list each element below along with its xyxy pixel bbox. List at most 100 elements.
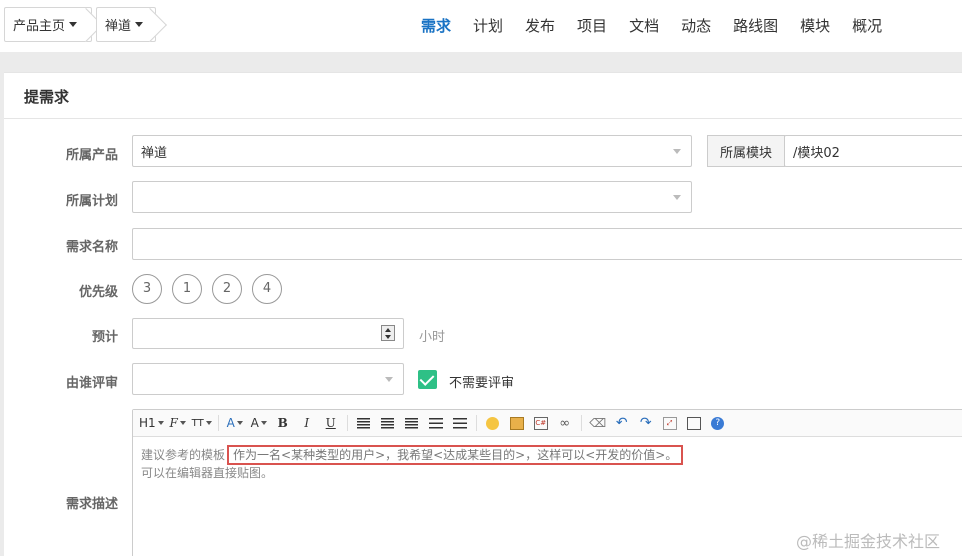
code-icon: C#: [533, 416, 548, 430]
spinner-up-icon[interactable]: [382, 326, 394, 333]
nav-project[interactable]: 项目: [566, 0, 618, 52]
module-select[interactable]: /模块02: [784, 135, 962, 167]
priority-option-4[interactable]: 4: [252, 274, 282, 304]
nav-plan[interactable]: 计划: [462, 0, 514, 52]
redo-icon: ↷: [639, 415, 652, 431]
align-left-button[interactable]: [354, 413, 374, 433]
editor-content[interactable]: 建议参考的模板 作为一名<某种类型的用户>，我希望<达成某些目的>，这样可以<开发…: [133, 437, 962, 489]
align-right-icon: [405, 417, 419, 429]
align-left-icon: [357, 417, 371, 429]
divider: [475, 415, 477, 431]
font-family-button[interactable]: F: [168, 413, 188, 433]
product-switch-dropdown[interactable]: 禅道: [96, 7, 156, 42]
chevron-down-icon: [205, 421, 212, 425]
undo-icon: ↶: [615, 415, 628, 431]
smiley-icon: [486, 416, 500, 430]
ordered-list-button[interactable]: [426, 413, 446, 433]
unordered-list-icon: [452, 417, 467, 429]
font-color-button[interactable]: A: [225, 413, 245, 433]
watermark: @稀土掘金技术社区: [796, 532, 941, 551]
font-color-label: A: [226, 416, 235, 430]
paste-hint: 可以在编辑器直接贴图。: [141, 466, 274, 480]
priority-option-3[interactable]: 3: [132, 274, 162, 304]
nav-module[interactable]: 模块: [789, 0, 841, 52]
reviewer-select[interactable]: [132, 363, 404, 395]
plan-select[interactable]: [132, 181, 692, 213]
heading-button-label: H1: [139, 416, 156, 430]
template-highlight: 作为一名<某种类型的用户>，我希望<达成某些目的>，这样可以<开发的价值>。: [227, 445, 684, 465]
product-select-value: 禅道: [141, 145, 168, 161]
font-size-label: TT: [191, 417, 204, 429]
priority-option-1[interactable]: 1: [172, 274, 202, 304]
chevron-down-icon: [135, 22, 144, 27]
estimate-label: 预计: [91, 330, 118, 345]
help-icon: ?: [711, 416, 725, 430]
product-select[interactable]: 禅道: [132, 135, 692, 167]
chevron-down-icon: [157, 421, 164, 425]
spinner-down-icon[interactable]: [382, 333, 394, 340]
chevron-down-icon: [179, 421, 186, 425]
align-center-icon: [381, 417, 395, 429]
estimate-unit: 小时: [419, 330, 446, 345]
underline-button[interactable]: U: [321, 413, 341, 433]
nav-release[interactable]: 发布: [514, 0, 566, 52]
nav-dynamic[interactable]: 动态: [670, 0, 722, 52]
number-spinner[interactable]: [381, 325, 395, 341]
image-icon: [509, 416, 524, 430]
divider: [4, 118, 962, 119]
product-home-label: 产品主页: [13, 19, 66, 34]
link-button[interactable]: ∞: [555, 413, 575, 433]
font-family-label: F: [169, 416, 178, 430]
nav-overview[interactable]: 概况: [841, 0, 893, 52]
reviewer-label: 由谁评审: [65, 376, 118, 391]
image-button[interactable]: [507, 413, 527, 433]
story-name-input[interactable]: [132, 228, 962, 260]
module-select-value: /模块02: [793, 145, 840, 161]
link-icon: ∞: [559, 415, 571, 431]
module-label: 所属模块: [707, 135, 785, 167]
italic-button[interactable]: I: [297, 413, 317, 433]
template-line: 建议参考的模板 作为一名<某种类型的用户>，我希望<达成某些目的>，这样可以<开发…: [141, 445, 962, 465]
align-center-button[interactable]: [378, 413, 398, 433]
estimate-input[interactable]: [132, 318, 404, 349]
ordered-list-icon: [428, 417, 443, 429]
chevron-down-icon: [260, 421, 267, 425]
clear-format-button[interactable]: ⌫: [588, 413, 608, 433]
background-color-button[interactable]: A: [249, 413, 269, 433]
no-review-checkbox[interactable]: [418, 370, 437, 389]
nav-doc[interactable]: 文档: [618, 0, 670, 52]
editor-toolbar: H1 F TT A A B I U C# ∞ ⌫ ↶ ↷ ⤢ ?: [133, 410, 962, 437]
template-button[interactable]: [684, 413, 704, 433]
help-button[interactable]: ?: [708, 413, 728, 433]
product-home-dropdown[interactable]: 产品主页: [4, 7, 92, 42]
fullscreen-icon: ⤢: [662, 416, 677, 430]
background-color-label: A: [250, 416, 259, 430]
font-size-button[interactable]: TT: [192, 413, 212, 433]
description-label: 需求描述: [65, 497, 118, 512]
template-prefix: 建议参考的模板: [141, 448, 226, 462]
chevron-down-icon: [236, 421, 243, 425]
chevron-down-icon: [385, 377, 393, 382]
priority-option-2[interactable]: 2: [212, 274, 242, 304]
main-nav: 需求 计划 发布 项目 文档 动态 路线图 模块 概况: [410, 0, 893, 52]
code-button[interactable]: C#: [531, 413, 551, 433]
plan-label: 所属计划: [65, 194, 118, 209]
heading-button[interactable]: H1: [139, 413, 164, 433]
align-right-button[interactable]: [402, 413, 422, 433]
undo-button[interactable]: ↶: [612, 413, 632, 433]
chevron-down-icon: [673, 195, 681, 200]
nav-story[interactable]: 需求: [410, 0, 462, 52]
story-name-label: 需求名称: [65, 240, 118, 255]
redo-button[interactable]: ↷: [636, 413, 656, 433]
unordered-list-button[interactable]: [450, 413, 470, 433]
no-review-label: 不需要评审: [449, 376, 515, 391]
divider: [580, 415, 582, 431]
chevron-down-icon: [673, 149, 681, 154]
page-title: 提需求: [24, 88, 70, 106]
emoticon-button[interactable]: [483, 413, 503, 433]
nav-roadmap[interactable]: 路线图: [722, 0, 789, 52]
fullscreen-button[interactable]: ⤢: [660, 413, 680, 433]
bold-button[interactable]: B: [273, 413, 293, 433]
divider: [346, 415, 348, 431]
divider: [217, 415, 219, 431]
